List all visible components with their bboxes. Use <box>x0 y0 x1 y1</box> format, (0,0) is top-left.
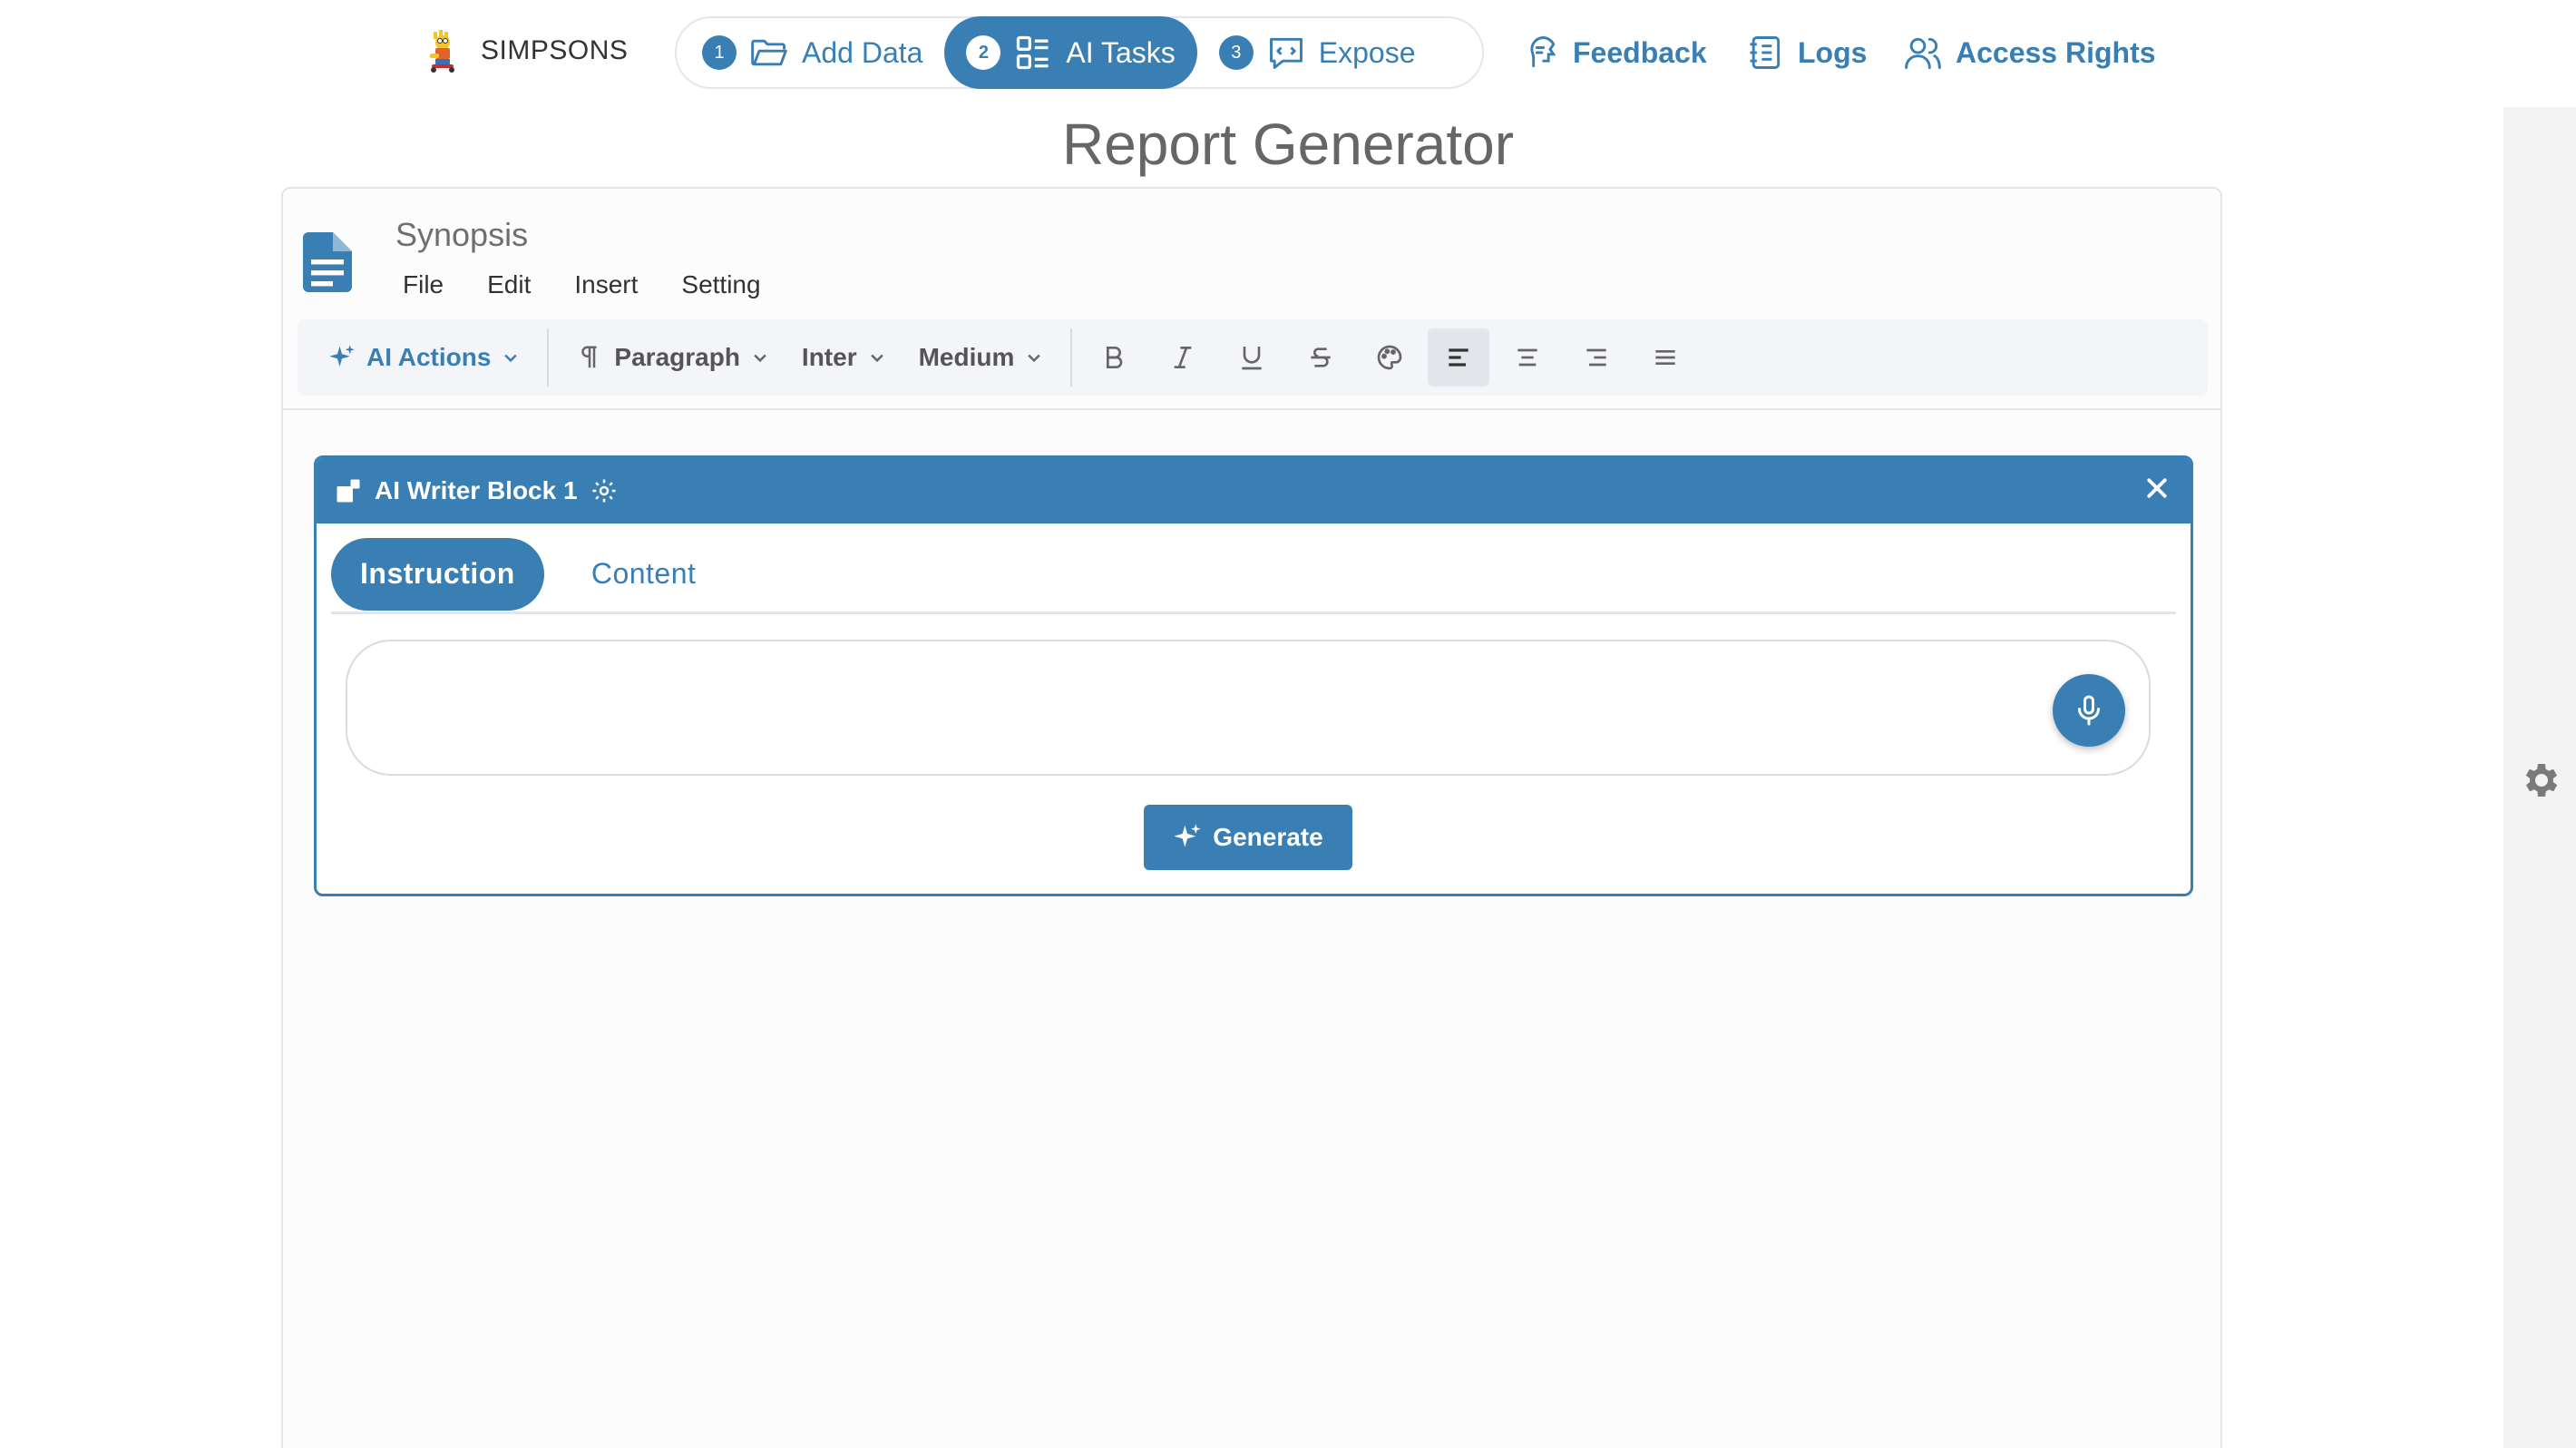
step-label: Add Data <box>802 35 923 69</box>
align-left-icon <box>1449 348 1469 367</box>
users-icon <box>1905 37 1941 69</box>
generate-label: Generate <box>1213 823 1323 851</box>
feedback-head-icon <box>1530 36 1556 68</box>
align-justify-icon <box>1655 350 1676 365</box>
step-add-data[interactable]: 1 Add Data <box>680 17 944 88</box>
microphone-icon <box>2078 695 2100 726</box>
paragraph-dropdown[interactable]: Paragraph <box>560 328 785 386</box>
ai-writer-block: AI Writer Block 1 Instruction Content Ge… <box>314 455 2193 896</box>
document-menu: File Edit Insert Setting <box>403 270 761 299</box>
align-right-icon <box>1586 348 1607 367</box>
ai-actions-dropdown[interactable]: AI Actions <box>312 328 536 386</box>
strikethrough-icon <box>1311 347 1332 367</box>
align-center-button[interactable] <box>1497 328 1558 386</box>
chevron-down-icon <box>870 354 883 363</box>
nav-logs-label: Logs <box>1798 35 1868 69</box>
ai-block-tabs: Instruction Content <box>331 536 2176 614</box>
toolbar-separator <box>547 328 550 386</box>
font-weight-label: Medium <box>918 343 1015 371</box>
document-icon <box>303 232 352 292</box>
brand[interactable]: SIMPSONS <box>423 25 628 76</box>
toolbar-divider <box>283 408 2220 410</box>
italic-icon <box>1175 347 1192 368</box>
chevron-down-icon <box>504 354 518 363</box>
document-name[interactable]: Synopsis <box>395 216 528 254</box>
instruction-input-box <box>346 640 2151 776</box>
palette-icon <box>1378 345 1402 370</box>
italic-button[interactable] <box>1152 328 1214 386</box>
toolbar-separator <box>1070 328 1073 386</box>
generate-button[interactable]: Generate <box>1144 805 1352 870</box>
step-number: 3 <box>1218 35 1254 70</box>
strikethrough-button[interactable] <box>1290 328 1351 386</box>
menu-file[interactable]: File <box>403 270 444 299</box>
workflow-stepper: 1 Add Data 2 AI Tasks 3 Expose <box>675 16 1484 89</box>
font-family-label: Inter <box>801 343 857 371</box>
menu-insert[interactable]: Insert <box>574 270 638 299</box>
chevron-down-icon <box>1028 354 1041 363</box>
editor-card: Synopsis File Edit Insert Setting AI Act… <box>281 187 2222 1448</box>
pilcrow-icon <box>581 346 597 368</box>
logs-notebook-icon <box>1750 36 1781 69</box>
underline-button[interactable] <box>1221 328 1283 386</box>
align-left-button[interactable] <box>1428 328 1490 386</box>
sparkle-icon <box>329 345 355 367</box>
align-right-button[interactable] <box>1566 328 1627 386</box>
step-label: Expose <box>1318 35 1416 69</box>
nav-access-rights-label: Access Rights <box>1956 35 2156 69</box>
text-color-button[interactable] <box>1359 328 1420 386</box>
formatting-toolbar: AI Actions Paragraph Inter Medium <box>298 319 2208 396</box>
tab-instruction[interactable]: Instruction <box>331 537 544 611</box>
nav-access-rights[interactable]: Access Rights <box>1903 25 2156 80</box>
instruction-input[interactable] <box>375 669 2007 750</box>
bold-button[interactable] <box>1083 328 1145 386</box>
step-number: 2 <box>966 35 1001 70</box>
font-weight-dropdown[interactable]: Medium <box>903 328 1060 386</box>
underline-icon <box>1242 347 1263 370</box>
menu-setting[interactable]: Setting <box>681 270 760 299</box>
grid-list-icon <box>1017 35 1049 70</box>
align-center-icon <box>1517 348 1538 367</box>
font-family-dropdown[interactable]: Inter <box>785 328 903 386</box>
step-expose[interactable]: 3 Expose <box>1197 17 1438 88</box>
bold-icon <box>1107 347 1123 368</box>
nav-feedback[interactable]: Feedback <box>1520 25 1707 80</box>
nav-feedback-label: Feedback <box>1573 35 1707 69</box>
align-justify-button[interactable] <box>1634 328 1696 386</box>
step-label: AI Tasks <box>1066 35 1176 69</box>
step-ai-tasks[interactable]: 2 AI Tasks <box>944 16 1197 89</box>
folder-open-icon <box>751 39 787 66</box>
nav-logs[interactable]: Logs <box>1745 25 1867 80</box>
page-title: Report Generator <box>1061 112 1515 177</box>
sparkle-icon <box>1174 824 1201 847</box>
ai-block-header: AI Writer Block 1 <box>317 458 2191 523</box>
message-bubble-icon <box>1269 37 1303 69</box>
step-number: 1 <box>702 35 737 70</box>
paragraph-label: Paragraph <box>614 343 740 371</box>
block-shapes-icon <box>337 479 360 503</box>
ai-block-title: AI Writer Block 1 <box>375 476 578 504</box>
simpsons-character-icon <box>430 30 454 73</box>
gear-icon[interactable] <box>590 477 618 504</box>
settings-gear-icon[interactable] <box>2518 758 2561 802</box>
ai-actions-label: AI Actions <box>366 343 492 371</box>
menu-edit[interactable]: Edit <box>487 270 531 299</box>
chevron-down-icon <box>754 354 766 363</box>
microphone-button[interactable] <box>2053 674 2125 747</box>
brand-name: SIMPSONS <box>481 35 629 65</box>
tab-content[interactable]: Content <box>562 538 726 611</box>
close-icon[interactable] <box>2143 475 2171 502</box>
